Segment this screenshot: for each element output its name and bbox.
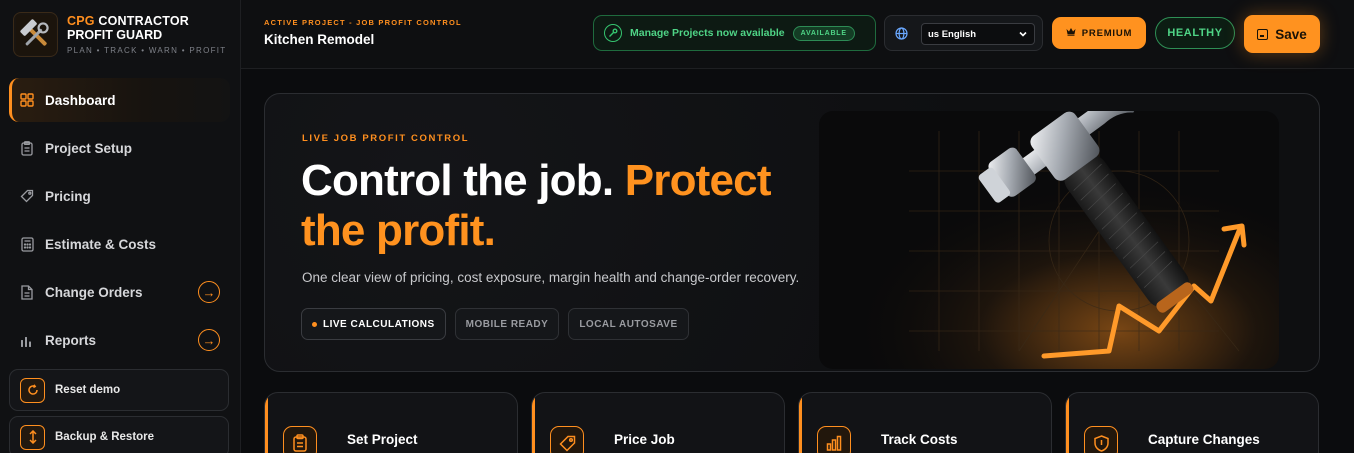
hero-chips: LIVE CALCULATIONS MOBILE READY LOCAL AUT…	[301, 308, 698, 340]
calculator-icon	[19, 236, 35, 252]
chip-label: MOBILE READY	[465, 318, 549, 330]
manage-projects-notice[interactable]: Manage Projects now available AVAILABLE	[593, 15, 876, 51]
hammer-wrench-icon	[13, 12, 58, 57]
up-down-arrow-icon	[20, 424, 45, 450]
bar-chart-icon	[817, 426, 851, 453]
arrow-right-icon[interactable]: →	[198, 329, 220, 351]
chip-mobile-ready: MOBILE READY	[454, 308, 560, 340]
sidebar-item-dashboard[interactable]: Dashboard	[9, 78, 230, 122]
sidebar-item-label: Estimate & Costs	[45, 236, 157, 252]
sidebar-item-project-setup[interactable]: Project Setup	[9, 126, 230, 170]
premium-label: PREMIUM	[1081, 27, 1133, 39]
sidebar-item-estimate-costs[interactable]: Estimate & Costs	[9, 222, 230, 266]
save-icon	[1257, 28, 1269, 40]
card-track-costs[interactable]: Track Costs	[798, 392, 1052, 453]
sidebar-item-label: Change Orders	[45, 284, 143, 300]
sidebar-nav: Dashboard Project Setup Pricing Estimate…	[9, 78, 230, 366]
notice-text: Manage Projects now available	[630, 27, 785, 39]
card-price-job[interactable]: Price Job	[531, 392, 785, 453]
chip-label: LOCAL AUTOSAVE	[579, 318, 678, 330]
language-value: us English	[928, 28, 977, 40]
header-eyebrow: ACTIVE PROJECT - JOB PROFIT CONTROL	[264, 18, 462, 27]
sidebar-item-label: Project Setup	[45, 140, 133, 156]
sidebar-item-reports[interactable]: Reports →	[9, 318, 230, 362]
sidebar-item-change-orders[interactable]: Change Orders →	[9, 270, 230, 314]
document-icon	[19, 284, 35, 300]
card-title: Capture Changes	[1148, 432, 1260, 447]
card-title: Price Job	[614, 432, 675, 447]
reset-demo-button[interactable]: Reset demo	[9, 369, 229, 411]
chevron-down-icon	[1018, 29, 1028, 39]
sidebar-item-label: Dashboard	[45, 92, 116, 108]
card-title: Track Costs	[881, 432, 958, 447]
sidebar-item-label: Reports	[45, 332, 97, 348]
brand[interactable]: CPG CONTRACTOR PROFIT GUARD PLAN • TRACK…	[13, 12, 226, 57]
sidebar: CPG CONTRACTOR PROFIT GUARD PLAN • TRACK…	[0, 0, 241, 453]
card-set-project[interactable]: Set Project	[264, 392, 518, 453]
top-header: ACTIVE PROJECT - JOB PROFIT CONTROL Kitc…	[241, 0, 1354, 69]
hero-title-part1: Control the job.	[301, 156, 614, 205]
arrow-right-icon[interactable]: →	[198, 281, 220, 303]
chip-local-autosave: LOCAL AUTOSAVE	[568, 308, 689, 340]
grid-icon	[19, 92, 35, 108]
backup-restore-button[interactable]: Backup & Restore	[9, 416, 229, 453]
save-label: Save	[1275, 26, 1307, 42]
brand-tagline: PLAN • TRACK • WARN • PROFIT	[67, 46, 227, 55]
tag-icon	[19, 188, 35, 204]
chip-label: LIVE CALCULATIONS	[323, 318, 435, 330]
language-select[interactable]: us English	[921, 23, 1035, 45]
hero-title: Control the job. Protect the profit.	[301, 156, 821, 256]
available-badge: AVAILABLE	[792, 25, 855, 41]
project-name: Kitchen Remodel	[264, 32, 375, 47]
status-badge: HEALTHY	[1155, 17, 1235, 49]
clipboard-icon	[19, 140, 35, 156]
globe-icon	[895, 27, 908, 40]
hero-panel: LIVE JOB PROFIT CONTROL Control the job.…	[264, 93, 1320, 372]
crown-icon	[1066, 27, 1076, 39]
shield-icon	[1084, 426, 1118, 453]
premium-button[interactable]: PREMIUM	[1052, 17, 1146, 49]
wrench-icon	[604, 24, 622, 42]
clipboard-icon	[283, 426, 317, 453]
card-title: Set Project	[347, 432, 418, 447]
reset-demo-label: Reset demo	[55, 384, 121, 396]
sidebar-item-pricing[interactable]: Pricing	[9, 174, 230, 218]
hero-hammer-illustration	[819, 111, 1279, 369]
card-capture-changes[interactable]: Capture Changes	[1065, 392, 1319, 453]
save-button[interactable]: Save	[1244, 15, 1320, 53]
live-dot-icon	[312, 321, 317, 327]
sidebar-item-label: Pricing	[45, 188, 91, 204]
brand-name-line2: PROFIT GUARD	[67, 28, 163, 42]
tag-icon	[550, 426, 584, 453]
language-picker: us English	[884, 15, 1043, 51]
brand-name: CPG CONTRACTOR	[67, 14, 190, 28]
bar-chart-icon	[19, 332, 35, 348]
hero-eyebrow: LIVE JOB PROFIT CONTROL	[302, 133, 470, 144]
chip-live-calculations: LIVE CALCULATIONS	[301, 308, 446, 340]
hero-subtitle: One clear view of pricing, cost exposure…	[302, 270, 800, 285]
refresh-icon	[20, 377, 45, 403]
backup-restore-label: Backup & Restore	[55, 431, 155, 443]
